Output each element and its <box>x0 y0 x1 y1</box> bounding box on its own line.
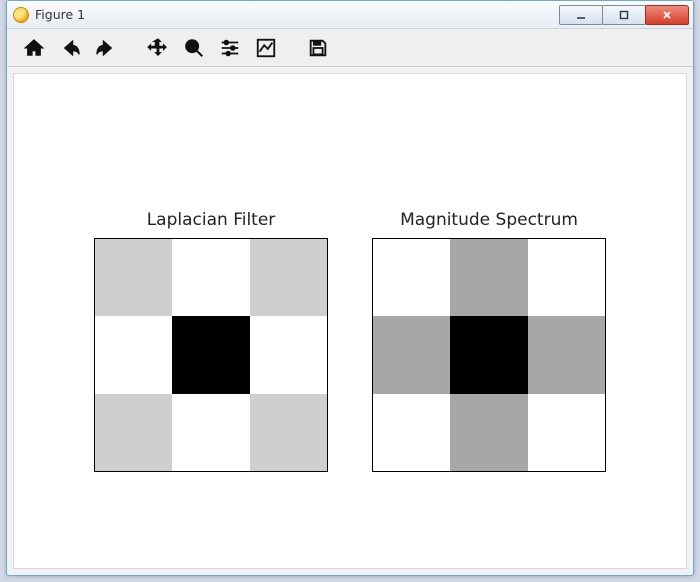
window-title: Figure 1 <box>35 7 85 22</box>
heatmap-cell <box>250 394 327 471</box>
heatmap-cell <box>95 239 172 316</box>
heatmap-cell <box>172 316 249 393</box>
heatmap-cell <box>250 316 327 393</box>
figure-window: Figure 1 <box>6 0 694 576</box>
heatmap-cell <box>373 394 450 471</box>
heatmap-cell <box>95 394 172 471</box>
heatmap-cell <box>528 394 605 471</box>
titlebar: Figure 1 <box>7 1 693 29</box>
subplot-title-right: Magnitude Spectrum <box>400 210 578 230</box>
minimize-button[interactable] <box>559 5 603 25</box>
heatmap-cell <box>450 394 527 471</box>
heatmap-cell <box>250 239 327 316</box>
subplot-title-left: Laplacian Filter <box>147 210 276 230</box>
heatmap-cell <box>95 316 172 393</box>
heatmap-cell <box>450 316 527 393</box>
back-icon[interactable] <box>55 33 85 63</box>
subplots-icon[interactable] <box>215 33 245 63</box>
forward-icon[interactable] <box>91 33 121 63</box>
window-buttons <box>560 5 689 25</box>
zoom-icon[interactable] <box>179 33 209 63</box>
heatmap-cell <box>373 239 450 316</box>
home-icon[interactable] <box>19 33 49 63</box>
heatmap-left <box>94 238 328 472</box>
subplot-right: Magnitude Spectrum <box>372 210 606 472</box>
subplot-left: Laplacian Filter <box>94 210 328 472</box>
heatmap-cell <box>450 239 527 316</box>
close-button[interactable] <box>645 5 689 25</box>
heatmap-cell <box>528 316 605 393</box>
matplotlib-toolbar <box>7 29 693 67</box>
heatmap-right <box>372 238 606 472</box>
heatmap-cell <box>172 394 249 471</box>
maximize-button[interactable] <box>602 5 646 25</box>
heatmap-cell <box>373 316 450 393</box>
python-app-icon <box>13 7 29 23</box>
heatmap-cell <box>528 239 605 316</box>
heatmap-cell <box>172 239 249 316</box>
pan-icon[interactable] <box>143 33 173 63</box>
save-icon[interactable] <box>303 33 333 63</box>
edit-axis-icon[interactable] <box>251 33 281 63</box>
figure-canvas[interactable]: Laplacian Filter Magnitude Spectrum <box>13 73 687 569</box>
